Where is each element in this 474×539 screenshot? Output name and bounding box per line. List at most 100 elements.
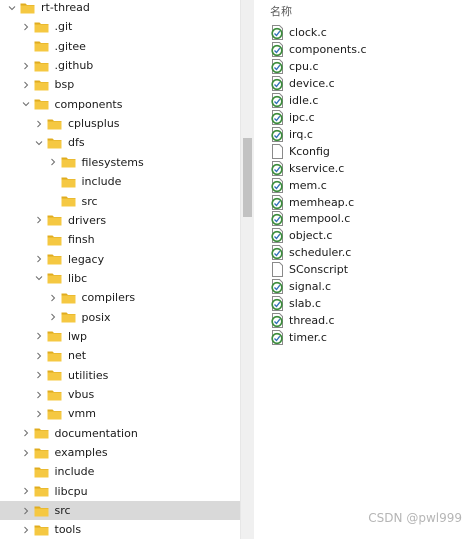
c-source-icon	[270, 109, 285, 125]
chevron-right-icon[interactable]	[33, 211, 45, 230]
file-name: mempool.c	[289, 212, 351, 226]
chevron-down-icon[interactable]	[20, 95, 32, 114]
chevron-right-icon[interactable]	[47, 288, 59, 307]
tree-item[interactable]: posix	[0, 308, 240, 327]
chevron-right-icon[interactable]	[20, 17, 32, 36]
chevron-right-icon[interactable]	[33, 346, 45, 365]
tree-item[interactable]: components	[0, 95, 240, 114]
chevron-right-icon[interactable]	[20, 482, 32, 501]
tree-item[interactable]: rt-thread	[0, 0, 240, 17]
folder-icon	[20, 2, 35, 14]
chevron-right-icon[interactable]	[20, 501, 32, 520]
chevron-right-icon[interactable]	[33, 385, 45, 404]
chevron-right-icon[interactable]	[33, 250, 45, 269]
chevron-right-icon[interactable]	[20, 75, 32, 94]
folder-icon	[47, 137, 62, 149]
folder-icon	[34, 98, 49, 110]
c-source-icon	[270, 160, 285, 176]
file-list-item[interactable]: ipc.c	[270, 109, 315, 126]
chevron-right-icon[interactable]	[33, 404, 45, 423]
chevron-right-icon[interactable]	[20, 520, 32, 539]
chevron-right-icon[interactable]	[20, 56, 32, 75]
tree-item[interactable]: cplusplus	[0, 114, 240, 133]
file-name: scheduler.c	[289, 246, 352, 260]
file-name: object.c	[289, 229, 333, 243]
chevron-down-icon[interactable]	[33, 269, 45, 288]
file-list-item[interactable]: mempool.c	[270, 210, 350, 227]
file-list-item[interactable]: irq.c	[270, 126, 313, 143]
file-list-item[interactable]: cpu.c	[270, 58, 319, 75]
tree-item[interactable]: documentation	[0, 424, 240, 443]
folder-icon	[34, 447, 49, 459]
tree-item[interactable]: compilers	[0, 288, 240, 307]
file-list-item[interactable]: components.c	[270, 41, 367, 58]
tree-item[interactable]: finsh	[0, 230, 240, 249]
file-name: components.c	[289, 42, 367, 56]
tree-item-label: src	[81, 194, 98, 208]
tree-item[interactable]: bsp	[0, 75, 240, 94]
folder-icon	[61, 311, 76, 323]
tree-item[interactable]: src	[0, 192, 240, 211]
chevron-down-icon[interactable]	[6, 0, 18, 17]
tree-item[interactable]: src	[0, 501, 240, 521]
tree-item[interactable]: net	[0, 346, 240, 365]
tree-item[interactable]: utilities	[0, 366, 240, 385]
chevron-right-icon[interactable]	[47, 308, 59, 327]
chevron-right-icon[interactable]	[33, 327, 45, 346]
folder-icon	[47, 350, 62, 362]
file-list-item[interactable]: clock.c	[270, 24, 327, 41]
chevron-right-icon[interactable]	[33, 366, 45, 385]
scrollbar-thumb[interactable]	[243, 138, 252, 217]
tree-item[interactable]: libc	[0, 269, 240, 288]
file-name: ipc.c	[289, 110, 315, 124]
file-list-item[interactable]: Kconfig	[270, 143, 330, 160]
tree-item[interactable]: legacy	[0, 250, 240, 269]
tree-item-label: cplusplus	[68, 117, 120, 131]
tree-item[interactable]: .git	[0, 17, 240, 36]
file-list-item[interactable]: memheap.c	[270, 194, 354, 211]
tree-item[interactable]: vmm	[0, 404, 240, 423]
c-source-icon	[270, 228, 285, 244]
file-list-item[interactable]: thread.c	[270, 312, 335, 329]
tree-scrollbar[interactable]	[240, 0, 254, 539]
folder-icon	[61, 156, 76, 168]
chevron-right-icon[interactable]	[20, 443, 32, 462]
chevron-down-icon[interactable]	[33, 133, 45, 152]
tree-item-label: .gitee	[54, 39, 86, 53]
tree-item-label: examples	[54, 446, 108, 460]
tree-item[interactable]: include	[0, 462, 240, 481]
file-list-item[interactable]: signal.c	[270, 278, 331, 295]
tree-item[interactable]: libcpu	[0, 482, 240, 501]
tree-item[interactable]: .gitee	[0, 37, 240, 56]
column-header-name[interactable]: 名称	[270, 3, 292, 19]
file-list-item[interactable]: idle.c	[270, 92, 318, 109]
tree-item[interactable]: include	[0, 172, 240, 191]
file-list-item[interactable]: slab.c	[270, 295, 321, 312]
file-list-item[interactable]: mem.c	[270, 177, 327, 194]
file-list-item[interactable]: timer.c	[270, 329, 327, 346]
file-list-item[interactable]: object.c	[270, 227, 332, 244]
tree-item[interactable]: lwp	[0, 327, 240, 346]
chevron-right-icon[interactable]	[47, 153, 59, 172]
file-list-item[interactable]: scheduler.c	[270, 244, 351, 261]
tree-item[interactable]: tools	[0, 520, 240, 539]
tree-item[interactable]: .github	[0, 56, 240, 75]
chevron-right-icon[interactable]	[20, 424, 32, 443]
file-list-item[interactable]: SConscript	[270, 261, 348, 278]
folder-icon	[61, 176, 76, 188]
file-list-pane: 名称 clock.c components.c cpu.c device.c idle.…	[262, 0, 474, 539]
file-list-item[interactable]: kservice.c	[270, 160, 344, 177]
tree-item[interactable]: vbus	[0, 385, 240, 404]
tree-item-label: finsh	[68, 233, 95, 247]
folder-icon	[34, 40, 49, 52]
tree-item[interactable]: filesystems	[0, 153, 240, 172]
blank-file-icon	[270, 143, 285, 159]
tree-item[interactable]: examples	[0, 443, 240, 462]
folder-icon	[47, 253, 62, 265]
file-list-item[interactable]: device.c	[270, 75, 335, 92]
chevron-right-icon[interactable]	[33, 114, 45, 133]
c-source-icon	[270, 25, 285, 40]
tree-item[interactable]: dfs	[0, 133, 240, 152]
c-source-icon	[270, 194, 285, 210]
tree-item[interactable]: drivers	[0, 211, 240, 230]
